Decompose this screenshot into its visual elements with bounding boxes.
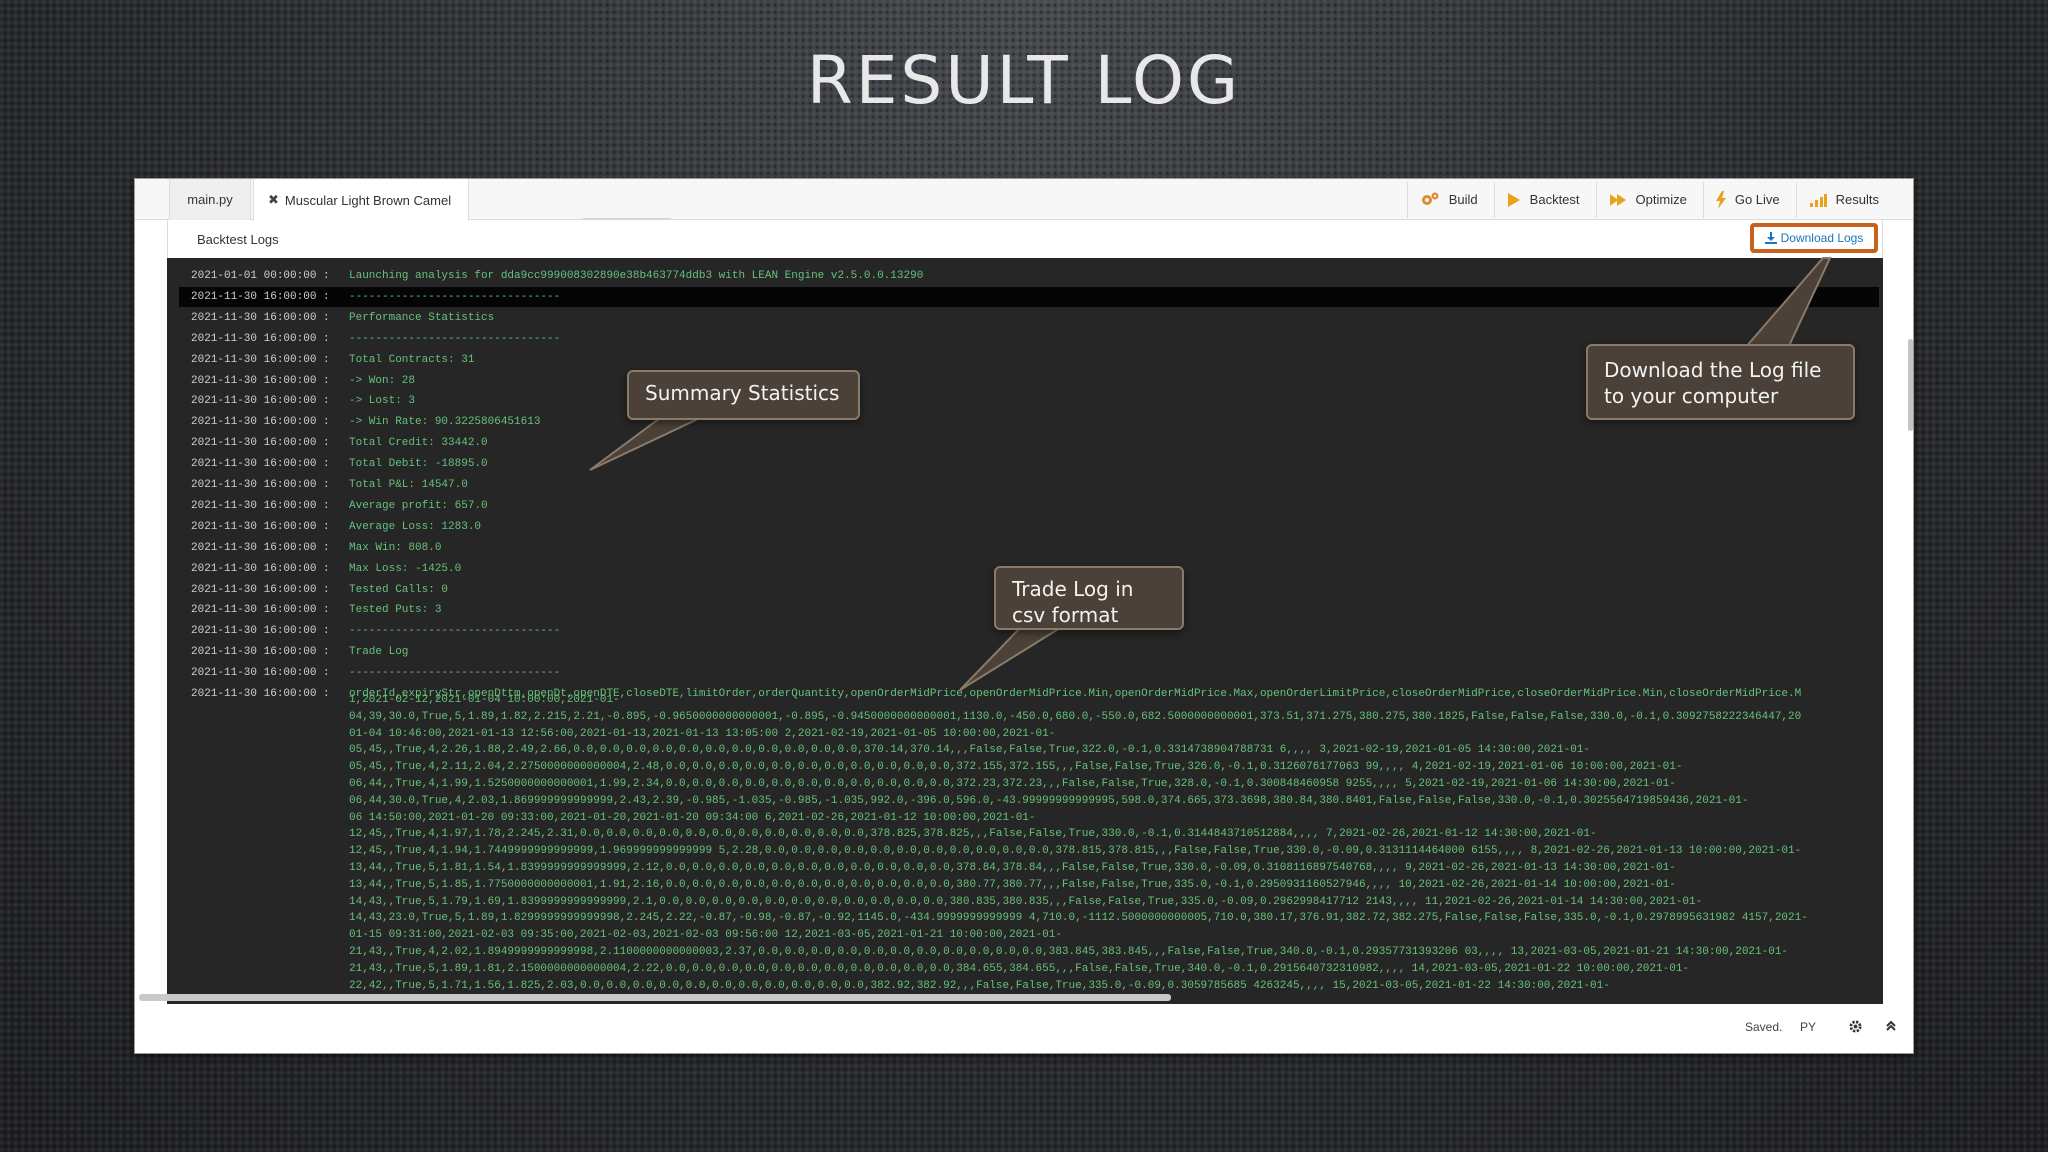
- callout-text: Download the Log file: [1604, 358, 1822, 382]
- callout-text: Summary Statistics: [645, 381, 840, 405]
- callout-trade-log: Trade Log in csv format: [994, 566, 1184, 630]
- callout-download-log: Download the Log file to your computer: [1586, 344, 1855, 420]
- callout-summary-statistics: Summary Statistics: [627, 370, 860, 420]
- callout-text: Trade Log in: [1012, 577, 1134, 601]
- callout-text: csv format: [1012, 603, 1119, 627]
- callout-text: to your computer: [1604, 384, 1779, 408]
